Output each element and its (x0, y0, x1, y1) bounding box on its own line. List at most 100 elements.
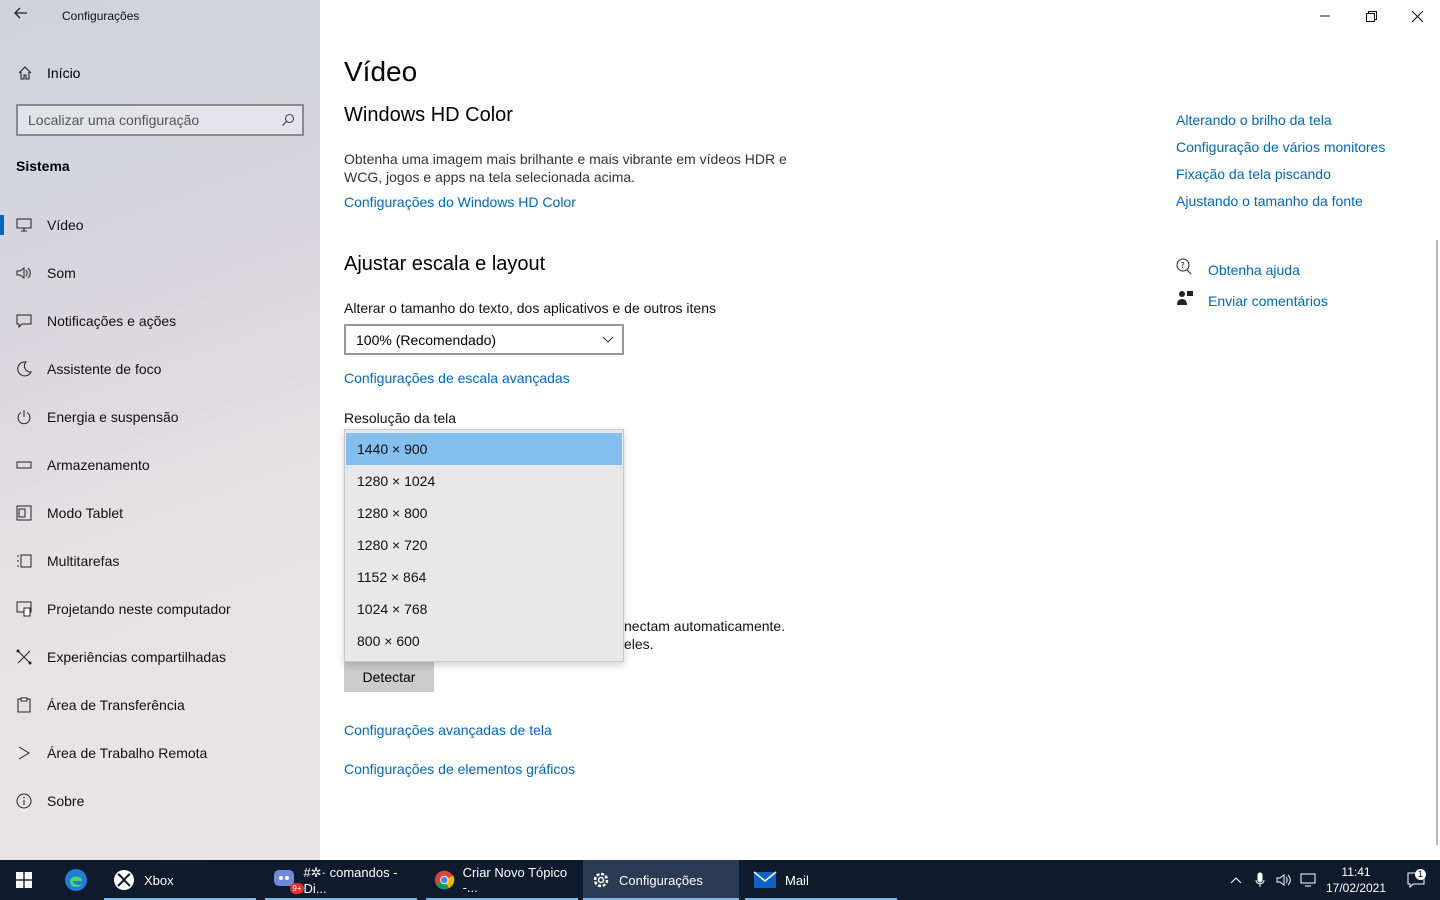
help-chat-icon: ? (1176, 258, 1208, 281)
clock-date: 17/02/2021 (1325, 881, 1387, 895)
resolution-option[interactable]: 1280 × 720 (346, 529, 622, 561)
feedback-icon (1176, 289, 1208, 312)
chevron-up-icon[interactable] (1224, 876, 1248, 884)
detect-button[interactable]: Detectar (344, 662, 434, 692)
scrollbar[interactable] (1436, 240, 1438, 845)
minimize-icon (1320, 15, 1330, 17)
sidebar-item-remote[interactable]: Área de Trabalho Remota (0, 729, 320, 777)
resolution-option[interactable]: 1280 × 1024 (346, 465, 622, 497)
section-header: Sistema (16, 158, 70, 174)
resolution-option[interactable]: 1280 × 800 (346, 497, 622, 529)
clock[interactable]: 11:41 17/02/2021 (1320, 864, 1392, 896)
info-icon (0, 793, 47, 809)
sidebar-item-video[interactable]: Vídeo (0, 201, 320, 249)
system-tray: 11:41 17/02/2021 1 (1224, 860, 1440, 900)
advanced-display-link[interactable]: Configurações avançadas de tela (344, 722, 552, 738)
search-input[interactable] (28, 112, 274, 128)
hdr-heading: Windows HD Color (344, 104, 513, 126)
related-link-multi-monitor[interactable]: Configuração de vários monitores (1176, 139, 1385, 155)
taskbar-app-mail[interactable]: Mail (745, 860, 897, 900)
discord-icon: 9+ (273, 868, 304, 894)
remote-icon (0, 745, 47, 761)
sidebar-item-shared[interactable]: Experiências compartilhadas (0, 633, 320, 681)
related-link-brightness[interactable]: Alterando o brilho da tela (1176, 112, 1332, 128)
resolution-option[interactable]: 1440 × 900 (346, 433, 622, 465)
multi-display-text-line1: nectam automaticamente. (624, 618, 786, 634)
scale-select[interactable]: 100% (Recomendado) (344, 324, 624, 355)
volume-icon[interactable] (1272, 873, 1296, 887)
close-button[interactable] (1394, 0, 1440, 32)
resolution-option[interactable]: 800 × 600 (346, 625, 622, 657)
taskbar-app-label: Criar Novo Tópico -... (462, 865, 568, 895)
sidebar-item-label: Assistente de foco (47, 361, 162, 377)
feedback-link[interactable]: Enviar comentários (1208, 293, 1328, 309)
search-box[interactable] (16, 104, 304, 136)
sidebar-item-storage[interactable]: Armazenamento (0, 441, 320, 489)
page-title: Vídeo (344, 56, 418, 87)
sidebar-nav: Vídeo Som Notificações e ações Assistent… (0, 201, 320, 825)
resolution-option[interactable]: 1024 × 768 (346, 593, 622, 625)
xbox-icon (114, 870, 134, 890)
related-link-font-size[interactable]: Ajustando o tamanho da fonte (1176, 193, 1363, 209)
hdr-settings-link[interactable]: Configurações do Windows HD Color (344, 194, 576, 210)
project-icon (0, 601, 47, 617)
advanced-scale-link[interactable]: Configurações de escala avançadas (344, 370, 570, 386)
start-button[interactable] (0, 860, 48, 900)
action-center-button[interactable]: 1 (1392, 869, 1440, 888)
sidebar-item-project[interactable]: Projetando neste computador (0, 585, 320, 633)
storage-icon (0, 460, 47, 470)
sidebar-item-label: Área de Transferência (47, 697, 185, 713)
feedback-row[interactable]: Enviar comentários (1176, 289, 1328, 312)
size-label: Alterar o tamanho do texto, dos aplicati… (344, 300, 716, 316)
minimize-button[interactable] (1302, 0, 1348, 32)
resolution-option[interactable]: 1152 × 864 (346, 561, 622, 593)
scale-select-value: 100% (Recomendado) (356, 331, 497, 348)
network-icon[interactable] (1296, 873, 1320, 887)
restore-button[interactable] (1348, 0, 1394, 32)
get-help-row[interactable]: ? Obtenha ajuda (1176, 258, 1300, 281)
back-button[interactable] (14, 6, 34, 26)
get-help-link[interactable]: Obtenha ajuda (1208, 262, 1300, 278)
sidebar-item-label: Armazenamento (47, 457, 150, 473)
window-title: Configurações (62, 9, 140, 23)
sidebar-item-label: Projetando neste computador (47, 601, 231, 617)
graphics-settings-link[interactable]: Configurações de elementos gráficos (344, 761, 575, 777)
sidebar-home-label: Início (47, 65, 81, 81)
sidebar-item-focus[interactable]: Assistente de foco (0, 345, 320, 393)
related-link-flicker[interactable]: Fixação da tela piscando (1176, 166, 1331, 182)
moon-icon (0, 361, 47, 377)
sidebar-item-label: Modo Tablet (47, 505, 124, 521)
resolution-dropdown[interactable]: 1440 × 900 1280 × 1024 1280 × 800 1280 ×… (344, 429, 624, 662)
search-icon[interactable] (274, 113, 302, 127)
taskbar-app-chrome[interactable]: Criar Novo Tópico -... (426, 860, 578, 900)
scale-heading: Ajustar escala e layout (344, 253, 546, 275)
taskbar-app-label: Xbox (144, 872, 174, 888)
sidebar-item-home[interactable]: Início (0, 56, 320, 90)
taskbar-app-label: #✲· comandos - Di... (303, 864, 398, 896)
chevron-down-icon (602, 336, 614, 343)
sidebar-item-label: Vídeo (47, 217, 84, 233)
sidebar-item-clipboard[interactable]: Área de Transferência (0, 681, 320, 729)
taskbar-app-xbox[interactable]: Xbox (104, 860, 256, 900)
taskbar-app-discord[interactable]: 9+ #✲· comandos - Di... (265, 860, 417, 900)
sidebar: Configurações Início Sistema Vídeo Som N… (0, 0, 320, 860)
notification-count-badge: 1 (1415, 869, 1426, 880)
close-icon (1411, 10, 1423, 22)
taskbar-app-label: Configurações (619, 872, 703, 888)
sidebar-item-tablet[interactable]: Modo Tablet (0, 489, 320, 537)
sidebar-item-label: Som (47, 265, 76, 281)
taskbar-app-settings[interactable]: Configurações (583, 860, 739, 900)
sidebar-item-multitask[interactable]: Multitarefas (0, 537, 320, 585)
taskbar-app-label: Mail (785, 872, 809, 888)
sidebar-item-label: Energia e suspensão (47, 409, 179, 425)
sidebar-item-notifications[interactable]: Notificações e ações (0, 297, 320, 345)
sidebar-item-sound[interactable]: Som (0, 249, 320, 297)
sidebar-item-power[interactable]: Energia e suspensão (0, 393, 320, 441)
hdr-description-line2: WCG, jogos e apps na tela selecionada ac… (344, 169, 636, 185)
microphone-icon[interactable] (1248, 872, 1272, 888)
windows-logo-icon (16, 872, 32, 888)
sidebar-item-about[interactable]: Sobre (0, 777, 320, 825)
tablet-icon (0, 505, 47, 521)
edge-button[interactable] (48, 860, 104, 900)
resolution-label: Resolução da tela (344, 410, 457, 426)
